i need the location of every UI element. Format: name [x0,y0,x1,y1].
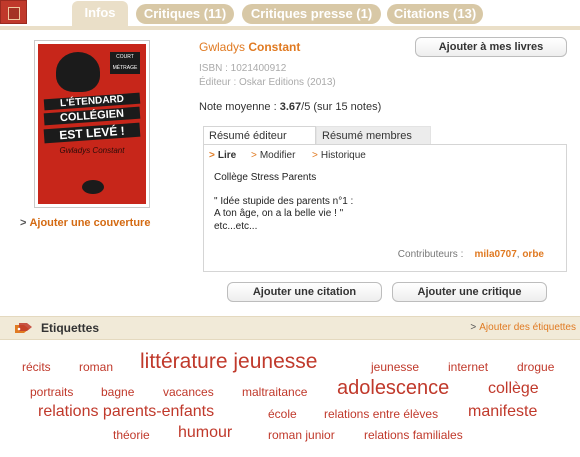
top-tab-bar: Infos Critiques (11) Critiques presse (1… [0,0,580,30]
tags-header: Etiquettes > Ajouter des étiquettes [0,316,580,340]
add-cover-link[interactable]: > Ajouter une couverture [20,217,150,229]
tag-link[interactable]: manifeste [468,403,537,421]
tag-link[interactable]: vacances [163,385,214,399]
skull-icon [56,52,100,92]
tag-link[interactable]: jeunesse [371,360,419,374]
tag-link[interactable]: relations familiales [364,428,463,442]
contributor-link[interactable]: orbe [522,249,544,260]
contributors-label: Contributeurs : [397,249,464,260]
tab-resume-membres[interactable]: Résumé membres [316,126,431,145]
cover-title-line-3: EST LEVÉ ! [43,122,141,144]
tag-link[interactable]: roman [79,360,113,374]
tag-link[interactable]: drogue [517,360,554,374]
tag-link[interactable]: roman junior [268,428,335,442]
tags-title: Etiquettes [41,321,100,335]
tab-infos[interactable]: Infos [72,1,128,27]
add-cover-label: Ajouter une couverture [29,217,151,229]
average-rating: Note moyenne : 3.67/5 (sur 15 notes) [199,101,381,113]
contributor-link[interactable]: mila0707 [475,249,517,260]
author-first-name: Gwladys [199,40,246,54]
cover-sticker: COURT MÉTRAGE [110,52,140,74]
book-icon [8,7,20,20]
rating-value: 3.67 [279,101,302,113]
cover-author-signature: Gwladys Constant [59,146,125,155]
cover-image: COURT MÉTRAGE L'ÉTENDARD COLLÉGIEN EST L… [38,44,146,204]
add-tags-label: Ajouter des étiquettes [479,322,576,333]
tag-link[interactable]: récits [22,360,51,374]
site-logo[interactable] [0,0,27,24]
add-citation-button[interactable]: Ajouter une citation [227,282,382,302]
tab-resume-editeur[interactable]: Résumé éditeur [203,126,316,145]
edit-link[interactable]: > Modifier [251,150,295,161]
history-link[interactable]: > Historique [312,150,366,161]
tag-link[interactable]: maltraitance [242,385,307,399]
arrow-right-icon: > [470,322,477,333]
arrow-right-icon: > [20,217,27,229]
tag-link[interactable]: adolescence [337,377,449,400]
tag-link[interactable]: bagne [101,385,134,399]
tag-link[interactable]: internet [448,360,488,374]
tag-link[interactable]: collège [488,380,539,398]
resume-line-3: A ton âge, on a la belle vie ! " [214,208,344,219]
tag-link[interactable]: humour [178,424,232,442]
resume-line-1: Collège Stress Parents [214,172,317,183]
cover-title-line-2: COLLÉGIEN [43,106,141,126]
add-to-library-button[interactable]: Ajouter à mes livres [415,37,567,57]
add-critique-button[interactable]: Ajouter une critique [392,282,547,302]
tag-link[interactable]: école [268,407,297,421]
add-tags-link[interactable]: > Ajouter des étiquettes [470,322,576,333]
author-name[interactable]: Gwladys Constant [199,40,300,54]
resume-panel: > Lire > Modifier > Historique Collège Stre… [203,144,567,272]
tab-critiques[interactable]: Critiques (11) [136,4,234,24]
resume-line-4: etc...etc... [214,221,258,232]
contributor-separator: , [516,249,520,260]
rating-label: Note moyenne : [199,101,277,113]
tag-link[interactable]: portraits [30,385,73,399]
resume-line-2: " Idée stupide des parents n°1 : [214,196,354,207]
tab-critiques-presse[interactable]: Critiques presse (1) [242,4,381,24]
isbn: ISBN : 1021400912 [199,63,287,74]
tag-link[interactable]: théorie [113,428,150,442]
publisher: Éditeur : Oskar Editions (2013) [199,77,336,88]
author-last-name: Constant [248,40,301,54]
tab-citations[interactable]: Citations (13) [387,4,483,24]
tab-underline [0,26,580,30]
tag-link[interactable]: littérature jeunesse [140,350,317,374]
book-cover[interactable]: COURT MÉTRAGE L'ÉTENDARD COLLÉGIEN EST L… [34,40,150,208]
contributors: Contributeurs : mila0707, orbe [398,249,544,260]
publisher-logo [82,180,104,194]
tag-icon [15,323,32,333]
rating-suffix: /5 (sur 15 notes) [301,101,382,113]
read-link[interactable]: > Lire [209,150,236,161]
tag-link[interactable]: relations entre élèves [324,407,438,421]
tag-link[interactable]: relations parents-enfants [38,403,214,421]
